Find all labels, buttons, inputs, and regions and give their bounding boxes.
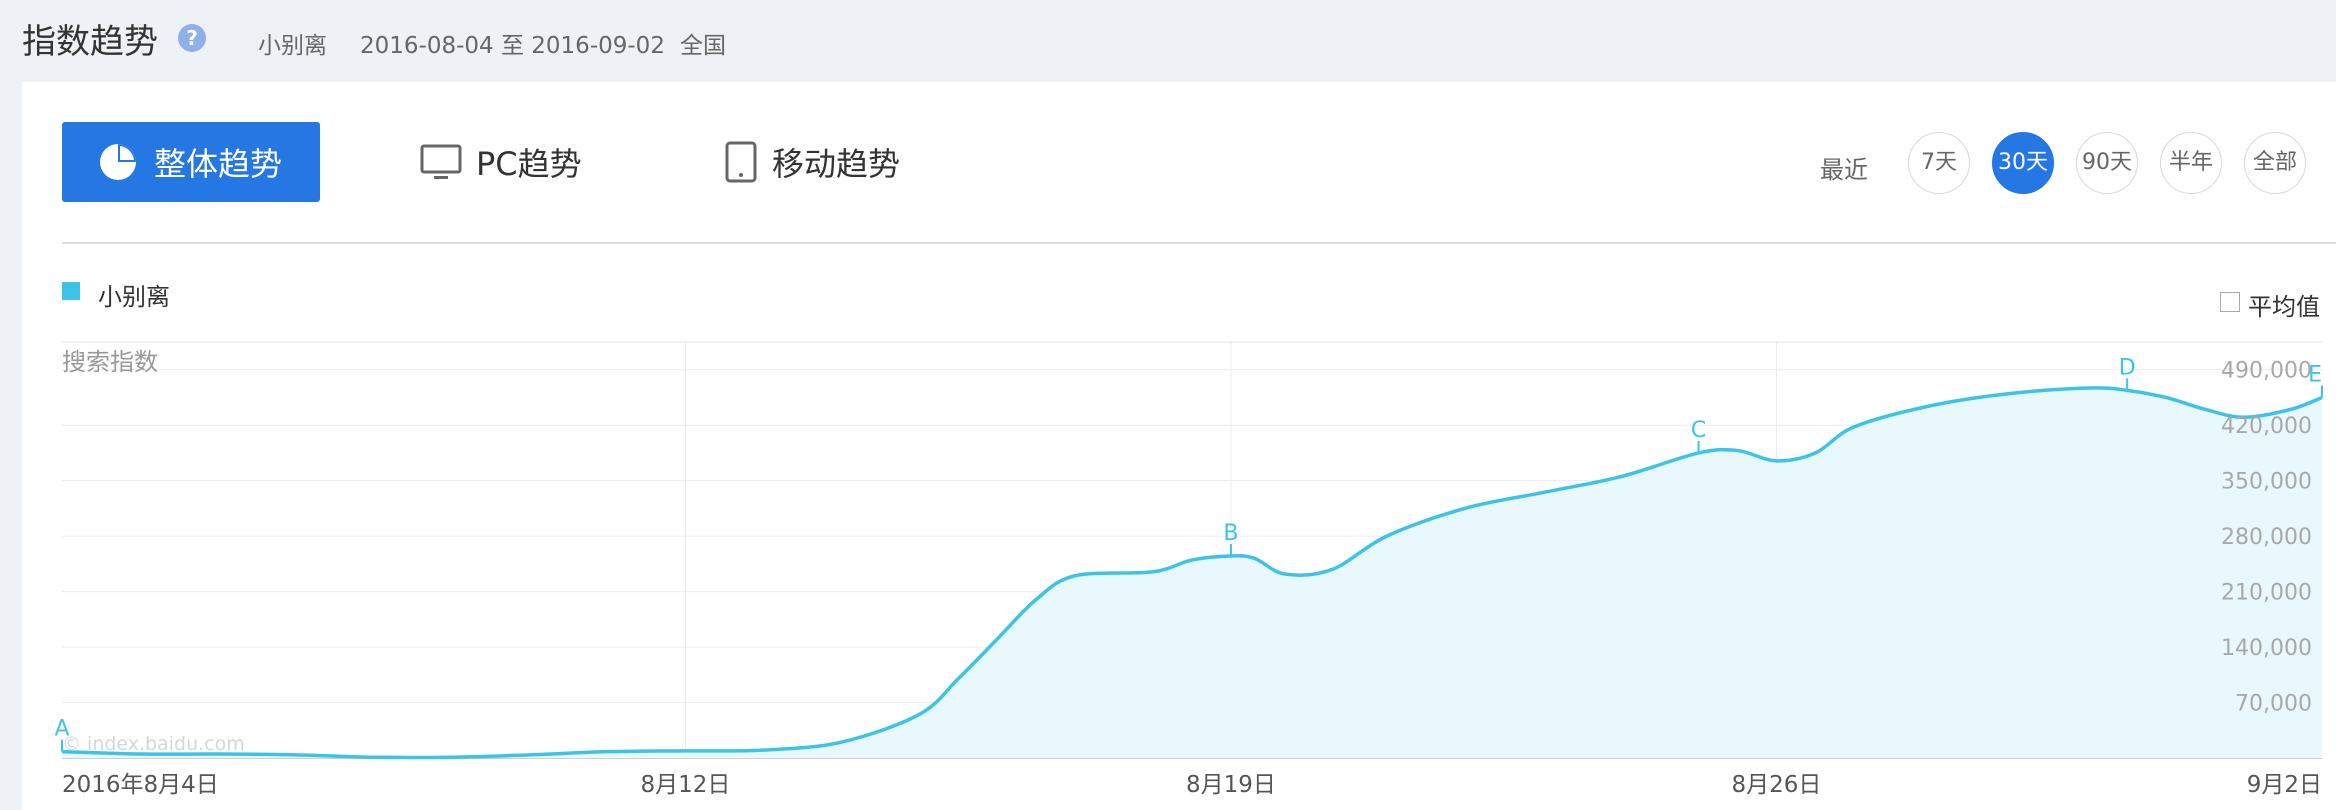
x-axis: 2016年8月4日 8月12日 8月19日 8月26日 9月2日	[62, 772, 2322, 798]
x-tick-label: 8月12日	[640, 772, 730, 798]
y-tick-label: 140,000	[2221, 636, 2312, 661]
annotation-label-C: C	[1691, 418, 1706, 443]
x-tick-label: 9月2日	[2247, 772, 2322, 798]
trend-chart: ABCD E 70,000140,000210,000280,000350,000…	[54, 341, 2323, 798]
y-tick-label: 490,000	[2221, 359, 2312, 384]
y-tick-label: 210,000	[2221, 581, 2312, 606]
annotation-label-D: D	[2119, 355, 2136, 380]
y-tick-label: 280,000	[2221, 525, 2312, 550]
annotation-label-B: B	[1223, 521, 1238, 546]
y-tick-label: 70,000	[2235, 692, 2312, 717]
x-tick-label: 8月26日	[1732, 772, 1822, 798]
y-tick-label: 420,000	[2221, 414, 2312, 439]
x-tick-label: 8月19日	[1186, 772, 1276, 798]
y-tick-label: 350,000	[2221, 470, 2312, 495]
y-axis-label: 搜索指数	[62, 348, 158, 376]
x-tick-label: 2016年8月4日	[62, 772, 219, 798]
watermark: © index.baidu.com	[62, 733, 245, 755]
